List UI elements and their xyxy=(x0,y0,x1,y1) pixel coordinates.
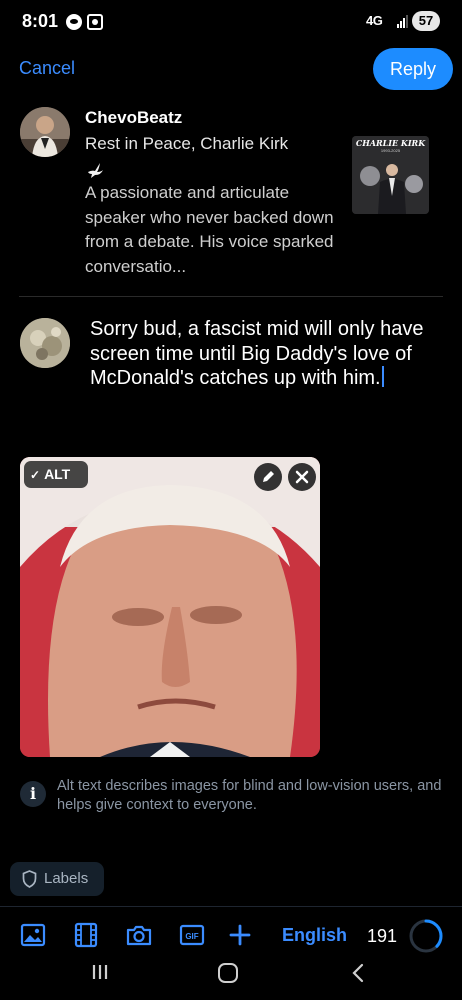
info-icon: i xyxy=(20,781,46,807)
language-button[interactable]: English xyxy=(282,925,347,946)
my-avatar[interactable] xyxy=(20,318,70,368)
toolbar-divider xyxy=(0,906,462,907)
messenger-notification-icon xyxy=(66,14,82,30)
battery-level: 57 xyxy=(412,11,440,31)
alt-badge[interactable]: ✓ ALT xyxy=(24,461,88,488)
char-progress-ring xyxy=(409,919,443,953)
quoted-post-thumbnail[interactable]: CHARLIE KIRK 1993-2025 xyxy=(352,136,429,214)
dove-icon xyxy=(88,163,103,178)
thumbnail-title: CHARLIE KIRK xyxy=(355,138,426,148)
quoted-author-avatar[interactable] xyxy=(20,107,70,157)
plus-icon[interactable] xyxy=(227,922,253,948)
status-bar: 8:01 4G 57 xyxy=(0,0,462,44)
status-time: 8:01 xyxy=(22,11,59,31)
camera-icon[interactable] xyxy=(126,922,152,948)
pencil-icon xyxy=(263,471,274,482)
signal-icon xyxy=(397,14,409,28)
back-button[interactable] xyxy=(349,963,367,983)
alt-info-text: Alt text describes images for blind and … xyxy=(57,778,442,813)
screenshot-notification-icon xyxy=(87,14,103,30)
labels-button[interactable]: Labels xyxy=(10,862,104,896)
quoted-post-body: A passionate and articulate speaker who … xyxy=(85,183,334,276)
close-icon xyxy=(295,470,309,484)
remove-image-button[interactable] xyxy=(288,463,316,491)
image-icon[interactable] xyxy=(20,922,46,948)
home-button[interactable] xyxy=(218,963,238,983)
check-icon: ✓ xyxy=(30,468,41,482)
gif-label: GIF xyxy=(185,932,198,941)
quoted-post-title: Rest in Peace, Charlie Kirk xyxy=(85,134,289,153)
composer-text: Sorry bud, a fascist mid will only have … xyxy=(90,318,424,389)
divider xyxy=(19,296,443,297)
reply-button[interactable]: Reply xyxy=(373,48,453,90)
char-count: 191 xyxy=(367,926,398,946)
edit-image-button[interactable] xyxy=(254,463,282,491)
image-attachment[interactable]: ✓ ALT xyxy=(20,457,320,757)
quoted-author-name: ChevoBeatz xyxy=(85,108,183,127)
cancel-button[interactable]: Cancel xyxy=(19,58,75,79)
gif-icon[interactable]: GIF xyxy=(179,922,205,948)
recent-apps-button[interactable] xyxy=(91,963,109,981)
shield-icon xyxy=(22,870,37,888)
composer-input[interactable]: Sorry bud, a fascist mid will only have … xyxy=(90,317,440,391)
text-cursor xyxy=(381,366,384,387)
network-type: 4G xyxy=(366,13,383,28)
video-icon[interactable] xyxy=(73,922,99,948)
labels-label: Labels xyxy=(44,870,89,887)
thumbnail-subtitle: 1993-2025 xyxy=(380,148,401,153)
alt-label: ALT xyxy=(44,466,71,482)
